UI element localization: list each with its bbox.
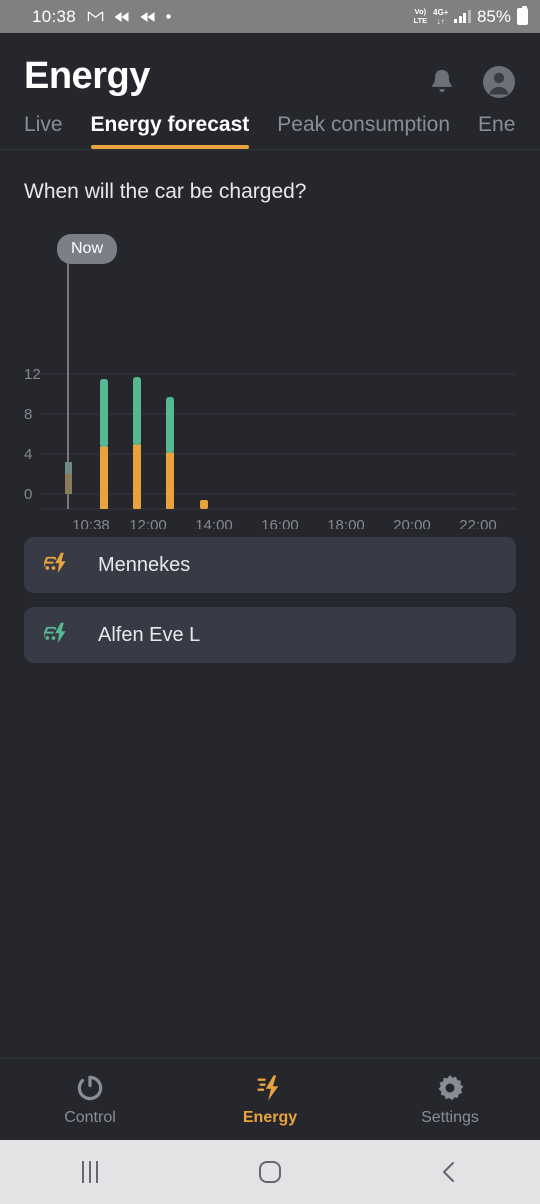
gear-icon	[438, 1074, 464, 1100]
page-title: Energy	[24, 55, 150, 97]
bar-mennekes-0	[65, 474, 72, 494]
ytick-0: 0	[24, 486, 32, 503]
tab-peak-consumption[interactable]: Peak consumption	[277, 113, 450, 149]
bar-alfen-2	[133, 377, 141, 445]
ytick-4: 4	[24, 446, 32, 463]
nav-item-control[interactable]: Control	[0, 1073, 180, 1127]
avatar-icon[interactable]	[482, 65, 516, 99]
signal-bars-icon	[454, 10, 471, 23]
header-actions	[428, 55, 516, 99]
network-type-indicator: 4G+ ↓↑	[433, 7, 449, 26]
nav-label: Settings	[421, 1108, 479, 1126]
xtick-5: 20:00	[393, 517, 431, 529]
xtick-4: 18:00	[327, 517, 365, 529]
nav-label: Energy	[242, 1108, 298, 1126]
recents-button[interactable]	[0, 1161, 180, 1183]
bar-mennekes-1	[100, 446, 108, 509]
bar-mennekes-3	[166, 452, 174, 509]
device-list: Mennekes Alfen Eve L	[24, 537, 516, 663]
energy-bolt-icon	[257, 1075, 279, 1100]
battery-icon	[517, 6, 528, 25]
nav-item-settings[interactable]: Settings	[360, 1073, 540, 1127]
ytick-8: 8	[24, 406, 32, 423]
bar-mennekes-2	[133, 444, 141, 509]
bar-alfen-0	[65, 462, 72, 474]
back-button[interactable]	[360, 1159, 540, 1185]
chart-y-axis-labels: 12 8 4 0	[24, 366, 41, 503]
chart-gridlines	[42, 373, 516, 510]
tab-energy-overflow[interactable]: Ene	[478, 113, 515, 149]
section-title: When will the car be charged?	[24, 180, 307, 203]
status-right-icons: Vo) LTE 4G+ ↓↑ 85%	[413, 6, 528, 27]
tab-live[interactable]: Live	[24, 113, 63, 149]
dot-icon	[166, 14, 171, 19]
bar-alfen-1	[100, 379, 108, 447]
now-marker-label: Now	[57, 234, 118, 264]
tab-energy-forecast[interactable]: Energy forecast	[90, 113, 249, 149]
home-icon	[259, 1161, 281, 1183]
list-item[interactable]: Alfen Eve L	[24, 607, 516, 663]
status-left-icons	[87, 8, 172, 25]
xtick-0: 10:38	[72, 517, 110, 529]
ev-charger-icon	[42, 620, 68, 651]
status-time: 10:38	[32, 6, 77, 26]
xtick-1: 12:00	[129, 517, 167, 529]
android-status-bar: 10:38 Vo) LTE 4G+ ↓↑ 85%	[0, 0, 540, 33]
device-name: Alfen Eve L	[98, 623, 201, 646]
bottom-navigation: Control Energy Settings	[0, 1058, 540, 1140]
nav-item-energy[interactable]: Energy	[180, 1073, 360, 1127]
main-content: When will the car be charged? Now 12 8 4…	[0, 180, 540, 663]
rewind-icon	[114, 11, 129, 22]
app-header: Energy	[0, 33, 540, 99]
chart-x-axis-labels: 10:38 12:00 14:00 16:00 18:00 20:00 22:0…	[72, 517, 497, 529]
power-refresh-icon	[77, 1075, 103, 1100]
device-name: Mennekes	[98, 553, 191, 576]
xtick-6: 22:00	[459, 517, 497, 529]
bell-icon[interactable]	[428, 67, 456, 97]
battery-percent: 85%	[476, 6, 511, 26]
gmail-icon	[87, 11, 104, 22]
recents-icon	[82, 1161, 98, 1183]
chart-bars	[65, 377, 208, 509]
volte-indicator: Vo) LTE	[413, 7, 428, 25]
xtick-3: 16:00	[261, 517, 299, 529]
home-button[interactable]	[180, 1159, 360, 1185]
rewind-icon	[140, 11, 155, 22]
list-item[interactable]: Mennekes	[24, 537, 516, 593]
android-system-nav	[0, 1140, 540, 1204]
tab-bar[interactable]: Live Energy forecast Peak consumption En…	[0, 99, 540, 150]
chart-canvas: 12 8 4 0 10:38 12:00 14:00 16:00 18:00 2…	[24, 262, 516, 529]
bar-mennekes-4	[200, 500, 208, 509]
xtick-2: 14:00	[195, 517, 233, 529]
nav-label: Control	[64, 1108, 116, 1126]
forecast-chart[interactable]: Now 12 8 4 0 10:38 12:00 14:00 16:00 18:…	[24, 234, 516, 529]
back-icon	[443, 1162, 454, 1182]
ytick-12: 12	[24, 366, 41, 383]
ev-charger-icon	[42, 550, 68, 581]
bar-alfen-3	[166, 397, 174, 453]
